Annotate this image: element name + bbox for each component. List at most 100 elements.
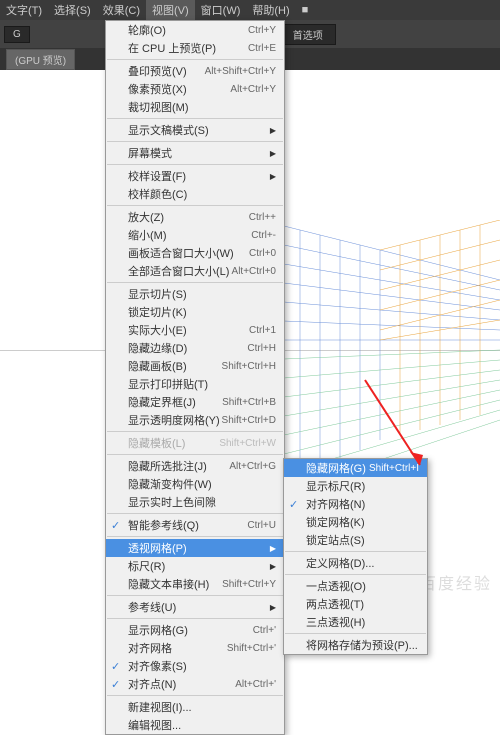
menu-item[interactable]: 标尺(R)▶	[106, 557, 284, 575]
menu-item-label: 锁定站点(S)	[306, 532, 365, 548]
menu-item[interactable]: 透视网格(P)▶	[106, 539, 284, 557]
menu-item[interactable]: 在 CPU 上预览(P)Ctrl+E	[106, 39, 284, 57]
menu-item-label: 裁切视图(M)	[128, 99, 189, 115]
shortcut: Shift+Ctrl+W	[219, 438, 276, 449]
menu-item[interactable]: 锁定切片(K)	[106, 303, 284, 321]
menu-item[interactable]: 参考线(U)▶	[106, 598, 284, 616]
menu-item[interactable]: 隐藏网格(G)Shift+Ctrl+I	[284, 459, 427, 477]
shortcut: Ctrl+0	[249, 248, 276, 259]
menubar-item[interactable]: 效果(C)	[97, 0, 146, 21]
menu-item[interactable]: 显示打印拼贴(T)	[106, 375, 284, 393]
menubar-item[interactable]: 文字(T)	[0, 0, 48, 21]
menu-item[interactable]: 画板适合窗口大小(W)Ctrl+0	[106, 244, 284, 262]
menu-separator	[107, 282, 283, 283]
chevron-right-icon: ▶	[270, 172, 276, 181]
preferences-button[interactable]: 首选项	[280, 24, 336, 45]
menu-item[interactable]: 对齐网格Shift+Ctrl+'	[106, 639, 284, 657]
menu-item-label: 锁定网格(K)	[306, 514, 365, 530]
menu-item[interactable]: 显示实时上色间隙	[106, 493, 284, 511]
menu-item[interactable]: 隐藏边缘(D)Ctrl+H	[106, 339, 284, 357]
menu-separator	[285, 574, 426, 575]
menu-separator	[107, 695, 283, 696]
menu-item-label: 锁定切片(K)	[128, 304, 187, 320]
menu-item[interactable]: 锁定网格(K)	[284, 513, 427, 531]
menu-item-label: 像素预览(X)	[128, 81, 187, 97]
menu-item[interactable]: ✓对齐点(N)Alt+Ctrl+'	[106, 675, 284, 693]
menubar-item[interactable]: 视图(V)	[146, 0, 195, 21]
menu-item-label: 实际大小(E)	[128, 322, 187, 338]
menu-item[interactable]: 显示透明度网格(Y)Shift+Ctrl+D	[106, 411, 284, 429]
menu-item[interactable]: 两点透视(T)	[284, 595, 427, 613]
menu-item-label: 隐藏文本串接(H)	[128, 576, 209, 592]
menu-item[interactable]: 三点透视(H)	[284, 613, 427, 631]
menu-item[interactable]: 隐藏所选批注(J)Alt+Ctrl+G	[106, 457, 284, 475]
menu-item[interactable]: 显示网格(G)Ctrl+'	[106, 621, 284, 639]
shortcut: Ctrl+'	[253, 625, 276, 636]
menu-item[interactable]: 叠印预览(V)Alt+Shift+Ctrl+Y	[106, 62, 284, 80]
menu-item[interactable]: 隐藏画板(B)Shift+Ctrl+H	[106, 357, 284, 375]
document-tab[interactable]: (GPU 预览)	[6, 49, 75, 70]
menu-item[interactable]: 编辑视图...	[106, 716, 284, 734]
menu-item[interactable]: 一点透视(O)	[284, 577, 427, 595]
menu-item[interactable]: 隐藏定界框(J) Shift+Ctrl+B	[106, 393, 284, 411]
menu-item[interactable]: ✓ 智能参考线(Q) Ctrl+U	[106, 516, 284, 534]
menubar-item[interactable]: 选择(S)	[48, 0, 97, 21]
menu-item[interactable]: 锁定站点(S)	[284, 531, 427, 549]
menu-item-label: 将网格存储为预设(P)...	[306, 637, 418, 653]
menu-item[interactable]: ✓对齐网格(N)	[284, 495, 427, 513]
shortcut: Shift+Ctrl+Y	[222, 579, 276, 590]
menu-item[interactable]: 轮廓(O)Ctrl+Y	[106, 21, 284, 39]
shortcut: Ctrl+U	[247, 520, 276, 531]
menu-item[interactable]: 放大(Z)Ctrl++	[106, 208, 284, 226]
menu-item-label: 定义网格(D)...	[306, 555, 374, 571]
shortcut: Ctrl++	[249, 212, 276, 223]
menu-item[interactable]: 屏幕模式▶	[106, 144, 284, 162]
shortcut: Alt+Ctrl+G	[229, 461, 276, 472]
menu-item[interactable]: 像素预览(X) Alt+Ctrl+Y	[106, 80, 284, 98]
menu-item-label: 隐藏定界框(J)	[128, 394, 196, 410]
menu-item-label: 在 CPU 上预览(P)	[128, 40, 216, 56]
menu-item[interactable]: 新建视图(I)...	[106, 698, 284, 716]
shortcut: Alt+Ctrl+'	[235, 679, 276, 690]
shortcut: Alt+Ctrl+Y	[230, 84, 276, 95]
menubar-item[interactable]: ■	[296, 1, 315, 19]
menubar: 文字(T)选择(S)效果(C)视图(V)窗口(W)帮助(H)■	[0, 0, 500, 20]
chevron-right-icon: ▶	[270, 149, 276, 158]
menu-item[interactable]: 定义网格(D)...	[284, 554, 427, 572]
menu-separator	[285, 633, 426, 634]
menu-item[interactable]: 实际大小(E)Ctrl+1	[106, 321, 284, 339]
menu-item-label: 智能参考线(Q)	[128, 517, 199, 533]
menu-item-label: 对齐点(N)	[128, 676, 176, 692]
toolbar-left[interactable]: G	[4, 26, 30, 43]
chevron-right-icon: ▶	[270, 126, 276, 135]
check-icon: ✓	[111, 519, 120, 532]
menu-item[interactable]: 显示文稿模式(S)▶	[106, 121, 284, 139]
shortcut: Shift+Ctrl+D	[222, 415, 276, 426]
chevron-right-icon: ▶	[270, 562, 276, 571]
menu-item-label: 两点透视(T)	[306, 596, 364, 612]
menu-item[interactable]: 缩小(M)Ctrl+-	[106, 226, 284, 244]
menu-item-label: 新建视图(I)...	[128, 699, 192, 715]
menu-separator	[107, 118, 283, 119]
menu-item[interactable]: 裁切视图(M)	[106, 98, 284, 116]
shortcut: Shift+Ctrl+B	[222, 397, 276, 408]
menu-item[interactable]: 隐藏渐变构件(W)	[106, 475, 284, 493]
menu-item[interactable]: 显示标尺(R)	[284, 477, 427, 495]
menu-item-label: 全部适合窗口大小(L)	[128, 263, 229, 279]
menu-item-label: 显示实时上色间隙	[128, 494, 216, 510]
menubar-item[interactable]: 窗口(W)	[195, 0, 247, 21]
menu-item-label: 一点透视(O)	[306, 578, 366, 594]
perspective-grid-submenu: 隐藏网格(G)Shift+Ctrl+I显示标尺(R)✓对齐网格(N)锁定网格(K…	[283, 458, 428, 655]
menu-item[interactable]: 校样设置(F)▶	[106, 167, 284, 185]
menubar-item[interactable]: 帮助(H)	[246, 0, 295, 21]
menu-item: 隐藏模板(L)Shift+Ctrl+W	[106, 434, 284, 452]
chevron-right-icon: ▶	[270, 544, 276, 553]
menu-item[interactable]: 显示切片(S)	[106, 285, 284, 303]
menu-separator	[285, 551, 426, 552]
menu-item[interactable]: ✓对齐像素(S)	[106, 657, 284, 675]
menu-item[interactable]: 隐藏文本串接(H) Shift+Ctrl+Y	[106, 575, 284, 593]
menu-item[interactable]: 校样颜色(C)	[106, 185, 284, 203]
menu-item[interactable]: 全部适合窗口大小(L)Alt+Ctrl+0	[106, 262, 284, 280]
menu-item[interactable]: 将网格存储为预设(P)...	[284, 636, 427, 654]
menu-item-label: 编辑视图...	[128, 717, 181, 733]
